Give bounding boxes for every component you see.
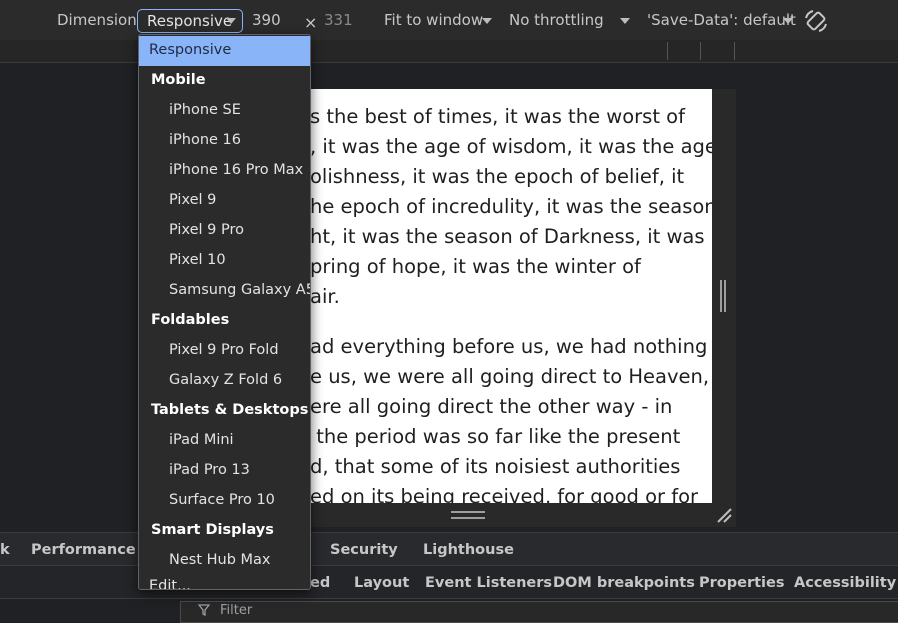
ruler-tick [700, 42, 701, 60]
menu-item-device-label: Samsung Galaxy A55 [169, 282, 311, 298]
width-input[interactable]: 390 [252, 11, 281, 29]
tab-accessibility[interactable]: Accessibility [794, 575, 896, 591]
page-text-line: e us, we were all going direct to Heaven… [310, 365, 710, 388]
device-select-value: Responsive [147, 12, 233, 30]
menu-group-header: Foldables [139, 306, 310, 336]
menu-group-header-label: Mobile [151, 72, 206, 88]
right-resize-handle[interactable] [720, 280, 726, 312]
tab-layout[interactable]: Layout [354, 575, 409, 591]
menu-item-device[interactable]: Galaxy Z Fold 6 [139, 366, 310, 396]
menu-item-responsive[interactable]: Responsive [139, 36, 310, 66]
menu-item-device[interactable]: Pixel 9 [139, 186, 310, 216]
menu-item-device[interactable]: iPad Pro 13 [139, 456, 310, 486]
fit-to-window-select[interactable]: Fit to window [384, 11, 483, 29]
tab-security[interactable]: Security [330, 542, 398, 558]
menu-group-header-label: Tablets & Desktops [151, 402, 309, 418]
tab-elements-partial[interactable]: k [0, 542, 10, 558]
menu-item-device-label: Surface Pro 10 [169, 492, 275, 508]
menu-item-device[interactable]: iPhone SE [139, 96, 310, 126]
device-toolbar: Dimensions: Responsive 390 × 331 Fit to … [0, 0, 898, 40]
page-text-line: ad everything before us, we had nothing [310, 335, 708, 358]
throttling-select[interactable]: No throttling [509, 11, 604, 29]
page-text-line: olishness, it was the epoch of belief, i… [310, 165, 685, 188]
device-dropdown-menu: Responsive Mobile iPhone SE iPhone 16 iPhone… [138, 34, 311, 590]
menu-item-device[interactable]: iPhone 16 [139, 126, 310, 156]
tab-computed-partial[interactable]: ed [310, 575, 330, 591]
chevron-down-icon [226, 18, 236, 24]
page-text-line: ere all going direct the other way - in [310, 395, 673, 418]
menu-item-device[interactable]: Surface Pro 10 [139, 486, 310, 516]
filter-icon [198, 604, 210, 616]
media-query-ruler [0, 40, 898, 63]
page-text-line: he epoch of incredulity, it was the seas… [310, 195, 712, 218]
chevron-down-icon [620, 18, 630, 24]
device-viewport[interactable]: s the best of times, it was the worst of… [300, 89, 712, 503]
menu-item-device-label: iPhone 16 Pro Max [169, 162, 304, 178]
page-text-line: ht, it was the season of Darkness, it wa… [310, 225, 705, 248]
menu-item-device-label: iPad Pro 13 [169, 462, 250, 478]
menu-group-header: Mobile [139, 66, 310, 96]
corner-resize-icon[interactable] [715, 506, 733, 524]
page-text-line: , it was the age of wisdom, it was the a… [310, 135, 712, 158]
filter-input[interactable] [180, 601, 898, 623]
save-data-select[interactable]: 'Save-Data': default [647, 11, 796, 29]
filter-placeholder: Filter [220, 603, 253, 618]
menu-item-device-label: Pixel 9 Pro Fold [169, 342, 279, 358]
ruler-tick [667, 42, 668, 60]
tab-lighthouse[interactable]: Lighthouse [423, 542, 514, 558]
styles-sub-tabs: ed Layout Event Listeners DOM breakpoint… [0, 565, 898, 599]
page-text-line: air. [310, 285, 340, 308]
tab-performance[interactable]: Performance [31, 542, 136, 558]
menu-item-edit[interactable]: Edit... [139, 572, 310, 590]
menu-item-device[interactable]: Samsung Galaxy A55 [139, 276, 310, 306]
menu-item-device[interactable]: Pixel 9 Pro Fold [139, 336, 310, 366]
bottom-resize-handle[interactable] [451, 511, 485, 519]
menu-group-header: Smart Displays [139, 516, 310, 546]
menu-group-header-label: Foldables [151, 312, 230, 328]
tab-properties[interactable]: Properties [699, 575, 784, 591]
tab-dom-breakpoints[interactable]: DOM breakpoints [553, 575, 695, 591]
ruler-tick [734, 42, 735, 60]
page-text-line: the period was so far like the present [310, 425, 681, 448]
menu-item-device[interactable]: Pixel 10 [139, 246, 310, 276]
menu-item-device-label: Galaxy Z Fold 6 [169, 372, 283, 388]
menu-item-device[interactable]: iPad Mini [139, 426, 310, 456]
menu-group-header-label: Smart Displays [151, 522, 274, 538]
menu-item-device-label: Nest Hub Max [169, 552, 271, 568]
page-text-line: s the best of times, it was the worst of [310, 105, 685, 128]
chevron-down-icon [482, 18, 492, 24]
menu-item-device-label: Pixel 10 [169, 252, 226, 268]
height-input[interactable]: 331 [324, 11, 353, 29]
menu-item-edit-label: Edit... [149, 578, 191, 590]
menu-item-device[interactable]: iPhone 16 Pro Max [139, 156, 310, 186]
rotate-icon[interactable] [803, 8, 829, 34]
device-select[interactable]: Responsive [137, 9, 243, 33]
menu-item-responsive-label: Responsive [149, 42, 232, 58]
menu-item-device-label: iPad Mini [169, 432, 234, 448]
menu-item-device[interactable]: Pixel 9 Pro [139, 216, 310, 246]
menu-item-device-label: Pixel 9 Pro [169, 222, 244, 238]
page-text-line: ed on its being received, for good or fo… [310, 485, 699, 503]
filter-bar: Filter [0, 598, 898, 623]
bottom-resize-strip [300, 503, 736, 527]
dimensions-label: Dimensions: [57, 11, 150, 29]
menu-item-device-label: Pixel 9 [169, 192, 217, 208]
menu-item-device-label: iPhone SE [169, 102, 241, 118]
page-text-line: pring of hope, it was the winter of [310, 255, 641, 278]
chevron-down-icon [783, 18, 793, 24]
menu-group-header: Tablets & Desktops [139, 396, 310, 426]
times-icon: × [304, 13, 318, 32]
tab-event-listeners[interactable]: Event Listeners [425, 575, 552, 591]
page-text-line: d, that some of its noisiest authorities [310, 455, 681, 478]
menu-item-device-label: iPhone 16 [169, 132, 242, 148]
devtools-panel-tabs: k Performance Security Lighthouse [0, 532, 898, 565]
